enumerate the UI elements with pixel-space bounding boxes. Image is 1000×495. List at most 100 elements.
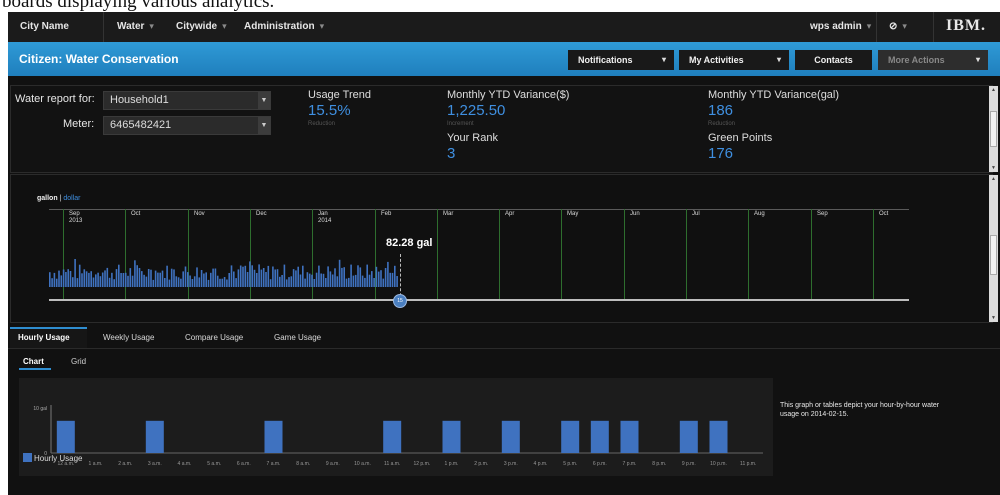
daily-usage-bar	[187, 272, 189, 287]
more-actions-button[interactable]: More Actions ▾	[878, 50, 988, 70]
daily-usage-bar	[118, 264, 120, 287]
daily-usage-bar	[325, 278, 327, 287]
daily-usage-bar	[223, 277, 226, 287]
daily-usage-bar	[272, 266, 274, 287]
scrollbar-thumb[interactable]	[990, 111, 997, 147]
notifications-button[interactable]: Notifications ▾	[568, 50, 674, 70]
daily-usage-bar	[387, 261, 389, 287]
daily-usage-bar	[159, 272, 161, 287]
nav-administration-label: Administration	[244, 21, 315, 32]
daily-usage-bar	[320, 273, 322, 287]
scrubber-handle[interactable]: 15	[393, 294, 407, 308]
x-tick-label: 5 a.m.	[207, 461, 221, 467]
daily-usage-bar	[72, 277, 74, 287]
timeline-scrollbar[interactable]: ▲ ▼	[989, 175, 998, 322]
daily-usage-bar	[101, 272, 104, 287]
daily-usage-bar	[164, 278, 166, 287]
tab-hourly-usage[interactable]: Hourly Usage	[18, 333, 70, 342]
contacts-button[interactable]: Contacts	[795, 50, 872, 70]
meter-select[interactable]: 6465482421 ▼	[103, 116, 271, 135]
daily-usage-bar	[95, 274, 97, 287]
daily-usage-bar	[394, 265, 396, 287]
hourly-bar[interactable]	[442, 420, 461, 453]
summary-scrollbar[interactable]: ▲ ▼	[989, 86, 998, 172]
daily-usage-bar	[288, 277, 290, 287]
hourly-bar[interactable]	[56, 420, 75, 453]
daily-usage-bar	[69, 271, 72, 287]
hourly-bar[interactable]	[501, 420, 520, 453]
daily-usage-bar	[170, 268, 173, 287]
nav-citywide[interactable]: Citywide ▾	[176, 21, 227, 32]
daily-usage-bar	[104, 270, 106, 287]
daily-usage-bar	[322, 273, 325, 287]
daily-usage-bar	[83, 269, 86, 287]
hourly-bar[interactable]	[679, 420, 698, 453]
daily-usage-bar	[334, 268, 336, 287]
scrollbar-thumb[interactable]	[990, 235, 997, 275]
daily-usage-bar	[226, 279, 228, 287]
daily-usage-bar	[279, 276, 281, 287]
daily-usage-bar	[145, 276, 148, 287]
hourly-bar[interactable]	[620, 420, 639, 453]
scroll-up-icon[interactable]: ▲	[989, 87, 998, 93]
x-tick-label: 4 a.m.	[178, 461, 192, 467]
daily-usage-bar	[143, 274, 145, 287]
scroll-down-icon[interactable]: ▼	[989, 315, 998, 321]
view-tabs: Chart Grid	[8, 352, 1000, 370]
hourly-bar[interactable]	[561, 420, 580, 453]
hourly-usage-chart: 10 gal 0 12 a.m. 1 a.m. 2 a.m. 3 a.m. 4 a.m. 5 …	[19, 378, 773, 476]
usage-timeline-panel: gallon | dollar Sep 2013 Oct Nov Dec Jan 2014 F…	[10, 174, 998, 323]
daily-usage-bar	[260, 269, 263, 287]
daily-usage-bar	[253, 269, 256, 287]
top-navigation: City Name Water ▾ Citywide ▾ Administratio…	[8, 12, 1000, 43]
daily-usage-bar	[180, 278, 182, 287]
tab-compare-usage[interactable]: Compare Usage	[185, 333, 243, 342]
hourly-bar[interactable]	[264, 420, 283, 453]
daily-usage-bar	[364, 277, 366, 287]
tab-weekly-usage[interactable]: Weekly Usage	[103, 333, 154, 342]
x-tick-label: 2 a.m.	[118, 461, 132, 467]
hourly-bar[interactable]	[383, 420, 402, 453]
daily-usage-bar	[327, 266, 329, 287]
ytd-dollar-sub: Increment	[447, 121, 474, 127]
household-select[interactable]: Household1 ▼	[103, 91, 271, 110]
tab-grid[interactable]: Grid	[71, 357, 86, 366]
daily-usage-bar	[297, 266, 299, 287]
x-tick-label: 8 a.m.	[296, 461, 310, 467]
daily-usage-bar	[157, 272, 159, 287]
daily-usage-bar	[193, 276, 196, 287]
daily-usage-bar	[141, 271, 143, 287]
daily-usage-bar	[265, 272, 267, 287]
daily-usage-bar	[184, 266, 187, 287]
hourly-bar[interactable]	[709, 420, 728, 453]
daily-usage-bar	[331, 274, 334, 287]
x-tick-label: 7 p.m.	[623, 461, 637, 467]
hourly-bar[interactable]	[590, 420, 609, 453]
daily-usage-bar	[244, 265, 247, 287]
daily-usage-bar	[315, 272, 318, 287]
daily-usage-bar	[373, 278, 375, 287]
nav-administration[interactable]: Administration ▾	[244, 21, 324, 32]
tab-chart[interactable]: Chart	[23, 357, 44, 366]
scroll-down-icon[interactable]: ▼	[989, 165, 998, 171]
daily-usage-bar	[361, 275, 364, 287]
daily-usage-bar	[228, 273, 230, 287]
x-tick-label: 11 a.m.	[384, 461, 400, 467]
nav-city-name[interactable]: City Name	[20, 21, 69, 32]
daily-usage-bar	[196, 267, 198, 287]
nav-water[interactable]: Water ▾	[117, 21, 154, 32]
my-activities-button[interactable]: My Activities ▾	[679, 50, 789, 70]
hourly-bar[interactable]	[145, 420, 164, 453]
user-menu[interactable]: wps admin ▾	[810, 21, 871, 32]
tab-game-usage[interactable]: Game Usage	[274, 333, 321, 342]
daily-usage-bar	[359, 267, 362, 287]
scroll-up-icon[interactable]: ▲	[989, 176, 998, 182]
daily-usage-bar	[200, 270, 203, 287]
active-subtab-indicator	[19, 368, 51, 370]
daily-usage-bar	[249, 261, 251, 287]
help-menu[interactable]: ⊘ ▾	[889, 21, 907, 32]
chevron-down-icon: ▾	[902, 21, 907, 31]
daily-usage-bar	[154, 270, 157, 287]
daily-usage-bar	[147, 269, 150, 287]
x-tick-label: 11 p.m.	[740, 461, 756, 467]
